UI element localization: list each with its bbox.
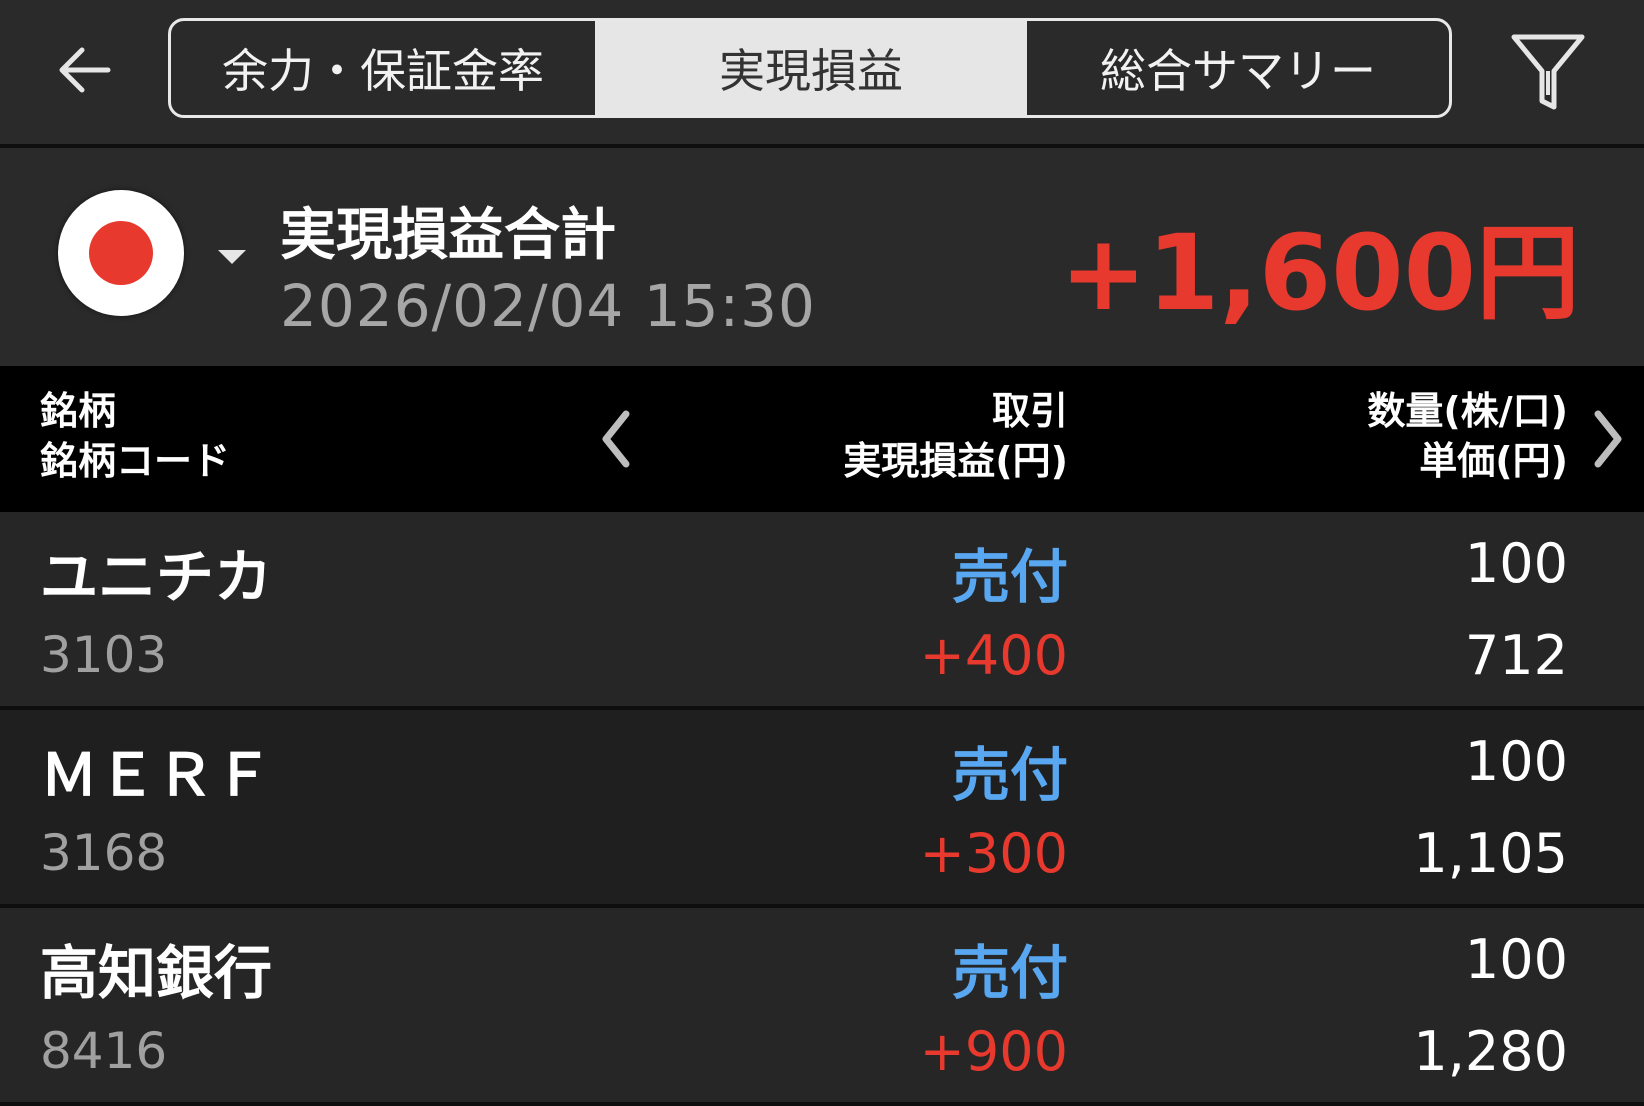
trade-type: 売付 [951,741,1068,809]
filter-icon [1511,34,1585,110]
trade-type: 売付 [951,939,1068,1007]
tab-realized-pl[interactable]: 実現損益 [595,21,1027,115]
filter-button[interactable] [1500,24,1596,120]
stock-name: ＭＥＲＦ [40,741,273,809]
stock-code: 3168 [40,824,168,882]
summary-total: +1,600円 [1059,212,1580,334]
chevron-down-icon[interactable] [214,240,250,276]
back-button[interactable] [44,30,124,110]
header-stock-code: 銘柄コード [40,439,231,483]
realized-pl: +400 [919,624,1068,687]
top-bar: 余力・保証金率 実現損益 総合サマリー [0,0,1644,148]
unit-price: 1,280 [1413,1020,1568,1083]
realized-pl: +300 [919,822,1068,885]
chevron-left-icon[interactable] [596,404,636,474]
stock-name: ユニチカ [40,543,273,611]
stock-code: 8416 [40,1022,168,1080]
summary-title: 実現損益合計 [280,203,616,268]
header-qty: 数量(株/口) [1367,389,1568,433]
summary-datetime: 2026/02/04 15:30 [280,272,816,340]
header-quantity: 数量(株/口) 単価(円) [1367,386,1568,486]
header-stock-name: 銘柄 [40,389,117,433]
realized-pl-summary: 実現損益合計 2026/02/04 15:30 +1,600円 [0,148,1644,366]
segmented-tabs: 余力・保証金率 実現損益 総合サマリー [168,18,1452,118]
header-stock: 銘柄 銘柄コード [40,386,230,486]
chevron-right-icon[interactable] [1588,404,1628,474]
stock-name: 高知銀行 [40,939,273,1007]
japan-flag-icon[interactable] [58,190,184,316]
trade-type: 売付 [951,543,1068,611]
table-header: 銘柄 銘柄コード 取引 実現損益(円) 数量(株/口) 単価(円) [0,366,1644,512]
header-trade: 取引 実現損益(円) [843,386,1068,486]
table-row[interactable]: ＭＥＲＦ 3168 売付 +300 100 1,105 [0,710,1644,908]
table-row[interactable]: ユニチカ 3103 売付 +400 100 712 [0,512,1644,710]
realized-pl-list: ユニチカ 3103 売付 +400 100 712 ＭＥＲＦ 3168 売付 +… [0,512,1644,1106]
table-row[interactable]: 高知銀行 8416 売付 +900 100 1,280 [0,908,1644,1106]
stock-code: 3103 [40,626,168,684]
unit-price: 1,105 [1413,822,1568,885]
arrow-left-icon [59,47,111,93]
quantity: 100 [1464,532,1568,595]
header-realized-pl: 実現損益(円) [843,439,1068,483]
header-trade-type: 取引 [991,389,1068,433]
tab-summary[interactable]: 総合サマリー [1027,21,1449,115]
quantity: 100 [1464,928,1568,991]
realized-pl: +900 [919,1020,1068,1083]
quantity: 100 [1464,730,1568,793]
tab-margin-rate[interactable]: 余力・保証金率 [171,21,595,115]
header-unit-price: 単価(円) [1419,439,1568,483]
unit-price: 712 [1464,624,1568,687]
